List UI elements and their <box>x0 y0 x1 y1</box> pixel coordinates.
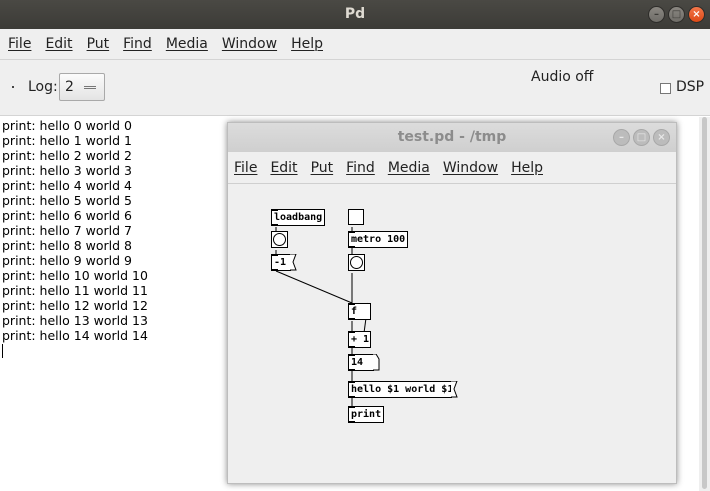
audio-status: Audio off <box>531 69 594 85</box>
console-line: print: hello 10 world 10 <box>2 268 148 283</box>
console-output[interactable]: print: hello 0 world 0 print: hello 1 wo… <box>0 117 226 491</box>
patch-canvas[interactable]: loadbang -1 metro 100 f + 1 14 hello $1 … <box>228 185 676 483</box>
patch-window-controls: – □ × <box>613 129 670 146</box>
plus-one-label: + 1 <box>351 334 370 345</box>
hello-message-label: hello $1 world $1 <box>351 384 454 395</box>
patch-connections <box>275 227 369 406</box>
float-label: f <box>351 306 358 317</box>
plus-one-object[interactable]: + 1 <box>348 331 371 348</box>
patch-window[interactable]: test.pd - /tmp – □ × File Edit Put Find … <box>227 122 677 484</box>
console-line: print: hello 8 world 8 <box>2 238 133 253</box>
hello-message[interactable]: hello $1 world $1 <box>348 381 458 398</box>
main-toolbar: Log: 2 Audio off DSP <box>0 60 710 116</box>
console-line: print: hello 13 world 13 <box>2 313 148 328</box>
toolbar-grip-icon <box>12 86 14 88</box>
number-box[interactable]: 14 <box>348 354 380 371</box>
neg-one-message[interactable]: -1 <box>271 254 297 271</box>
menu-put[interactable]: Put <box>87 36 110 52</box>
toggle-box[interactable] <box>348 209 364 225</box>
close-icon[interactable]: × <box>653 129 670 146</box>
console-line: print: hello 14 world 14 <box>2 328 148 343</box>
menu-find[interactable]: Find <box>123 36 152 52</box>
console-line: print: hello 3 world 3 <box>2 163 133 178</box>
close-icon[interactable]: × <box>688 6 705 23</box>
menu-help[interactable]: Help <box>291 36 323 52</box>
dsp-label[interactable]: DSP <box>676 79 704 95</box>
console-line: print: hello 7 world 7 <box>2 223 133 238</box>
console-line: print: hello 6 world 6 <box>2 208 133 223</box>
message-flag-icon <box>451 381 458 398</box>
patch-menu-file[interactable]: File <box>234 160 257 176</box>
print-object[interactable]: print <box>348 406 385 423</box>
patch-titlebar[interactable]: test.pd - /tmp – □ × <box>228 123 676 152</box>
number-corner-icon <box>373 354 380 371</box>
main-titlebar[interactable]: Pd – □ × <box>0 0 710 29</box>
float-object[interactable]: f <box>348 303 371 320</box>
log-label: Log: <box>28 79 58 95</box>
loadbang-label: loadbang <box>274 212 323 223</box>
console-line: print: hello 12 world 12 <box>2 298 148 313</box>
scrollbar-thumb[interactable] <box>702 117 707 489</box>
text-cursor <box>2 344 3 358</box>
patch-menu-edit[interactable]: Edit <box>270 160 297 176</box>
console-line: print: hello 5 world 5 <box>2 193 133 208</box>
main-menubar: File Edit Put Find Media Window Help <box>0 29 710 60</box>
patch-menu-media[interactable]: Media <box>388 160 430 176</box>
console-scrollbar[interactable] <box>699 117 710 491</box>
patch-menu-find[interactable]: Find <box>346 160 375 176</box>
console-line: print: hello 9 world 9 <box>2 253 133 268</box>
minimize-icon[interactable]: – <box>648 6 665 23</box>
bang-button-right[interactable] <box>348 254 365 271</box>
patch-menu-window[interactable]: Window <box>443 160 498 176</box>
bang-circle-icon <box>350 256 363 269</box>
dsp-checkbox[interactable] <box>660 83 671 94</box>
console-line: print: hello 0 world 0 <box>2 118 133 133</box>
console-line: print: hello 2 world 2 <box>2 148 133 163</box>
menu-media[interactable]: Media <box>166 36 208 52</box>
wire-neg-one-f <box>275 270 353 304</box>
bang-circle-icon <box>273 233 286 246</box>
console-line: print: hello 1 world 1 <box>2 133 133 148</box>
main-window-title: Pd <box>344 6 366 22</box>
patch-title: test.pd - /tmp <box>397 129 507 145</box>
neg-one-label: -1 <box>274 257 287 268</box>
metro-label: metro 100 <box>351 234 406 245</box>
number-value: 14 <box>351 357 364 368</box>
print-label: print <box>351 409 382 420</box>
console-line: print: hello 4 world 4 <box>2 178 133 193</box>
menu-window[interactable]: Window <box>222 36 277 52</box>
menu-file[interactable]: File <box>8 36 31 52</box>
menu-edit[interactable]: Edit <box>45 36 72 52</box>
loadbang-object[interactable]: loadbang <box>271 209 326 226</box>
message-flag-icon <box>290 254 297 271</box>
maximize-icon[interactable]: □ <box>633 129 650 146</box>
log-level-value: 2 <box>65 79 74 95</box>
patch-menubar: File Edit Put Find Media Window Help <box>228 152 676 184</box>
patch-menu-help[interactable]: Help <box>511 160 543 176</box>
console-line: print: hello 11 world 11 <box>2 283 148 298</box>
dropdown-grip-icon <box>84 86 96 89</box>
metro-object[interactable]: metro 100 <box>348 231 409 248</box>
bang-button-left[interactable] <box>271 231 288 248</box>
window-controls: – □ × <box>648 6 705 23</box>
patch-menu-put[interactable]: Put <box>311 160 334 176</box>
log-level-select[interactable]: 2 <box>59 73 105 101</box>
minimize-icon[interactable]: – <box>613 129 630 146</box>
maximize-icon[interactable]: □ <box>668 6 685 23</box>
